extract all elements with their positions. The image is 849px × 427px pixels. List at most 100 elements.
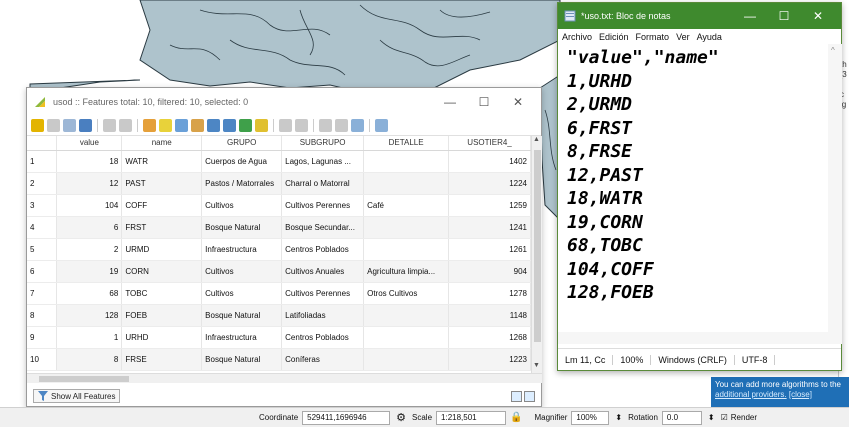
- table-row[interactable]: 2 12 PAST Pastos / Matorrales Charral o Mato…: [27, 172, 531, 195]
- scroll-thumb[interactable]: [534, 150, 541, 342]
- spin-icon[interactable]: ⬍: [615, 413, 622, 422]
- cell-name[interactable]: WATR: [121, 150, 203, 173]
- cell-subgrupo[interactable]: Cultivos Perennes: [281, 282, 365, 305]
- copy-icon[interactable]: [279, 119, 292, 132]
- cell-usotier[interactable]: 1402: [448, 150, 531, 173]
- cell-subgrupo[interactable]: Latifoliadas: [281, 304, 365, 327]
- menu-ver[interactable]: Ver: [676, 32, 690, 42]
- close-button[interactable]: ✕: [801, 9, 835, 23]
- cell-value[interactable]: 12: [56, 172, 123, 195]
- conditional-format-icon[interactable]: [375, 119, 388, 132]
- table-row[interactable]: 1 18 WATR Cuerpos de Agua Lagos, Lagunas ...…: [27, 150, 531, 173]
- delete-field-icon[interactable]: [335, 119, 348, 132]
- invert-selection-icon[interactable]: [175, 119, 188, 132]
- cell-name[interactable]: CORN: [121, 260, 203, 283]
- toggle-edit-icon[interactable]: [31, 119, 44, 132]
- cell-name[interactable]: FRST: [121, 216, 203, 239]
- menu-ayuda[interactable]: Ayuda: [697, 32, 722, 42]
- cell-grupo[interactable]: Cultivos: [201, 260, 283, 283]
- table-row[interactable]: 10 8 FRSE Bosque Natural Coníferas 1223: [27, 348, 531, 371]
- row-number[interactable]: 1: [27, 150, 58, 173]
- row-number[interactable]: 2: [27, 172, 58, 195]
- reload-icon[interactable]: [79, 119, 92, 132]
- new-field-icon[interactable]: [319, 119, 332, 132]
- cell-subgrupo[interactable]: Centros Poblados: [281, 238, 365, 261]
- cell-detalle[interactable]: Agricultura limpia...: [363, 260, 450, 283]
- cell-name[interactable]: TOBC: [121, 282, 203, 305]
- column-header[interactable]: GRUPO: [201, 136, 283, 151]
- cell-grupo[interactable]: Bosque Natural: [201, 216, 283, 239]
- cell-grupo[interactable]: Cultivos: [201, 282, 283, 305]
- row-number[interactable]: 8: [27, 304, 58, 327]
- row-number[interactable]: 4: [27, 216, 58, 239]
- save-edits-icon[interactable]: [63, 119, 76, 132]
- cell-usotier[interactable]: 904: [448, 260, 531, 283]
- cell-subgrupo[interactable]: Bosque Secundar...: [281, 216, 365, 239]
- table-row[interactable]: 9 1 URHD Infraestructura Centros Poblados 126…: [27, 326, 531, 349]
- column-header[interactable]: DETALLE: [363, 136, 450, 151]
- row-number[interactable]: 3: [27, 194, 58, 217]
- menu-archivo[interactable]: Archivo: [562, 32, 592, 42]
- scroll-thumb[interactable]: [39, 376, 129, 382]
- row-number[interactable]: 10: [27, 348, 58, 371]
- table-view-icon[interactable]: [524, 390, 535, 402]
- cell-usotier[interactable]: 1148: [448, 304, 531, 327]
- table-row[interactable]: 5 2 URMD Infraestructura Centros Poblados 126…: [27, 238, 531, 261]
- add-feature-icon[interactable]: [103, 119, 116, 132]
- menu-formato[interactable]: Formato: [636, 32, 670, 42]
- cell-subgrupo[interactable]: Cultivos Perennes: [281, 194, 365, 217]
- cell-detalle[interactable]: [363, 326, 450, 349]
- scroll-down-icon[interactable]: ▼: [533, 362, 540, 369]
- cell-name[interactable]: URHD: [121, 326, 203, 349]
- multi-edit-icon[interactable]: [47, 119, 60, 132]
- cell-detalle[interactable]: [363, 238, 450, 261]
- cell-detalle[interactable]: [363, 172, 450, 195]
- cell-detalle[interactable]: [363, 150, 450, 173]
- render-checkbox[interactable]: ☑: [721, 413, 728, 422]
- table-row[interactable]: 3 104 COFF Cultivos Cultivos Perennes Café 125…: [27, 194, 531, 217]
- cell-grupo[interactable]: Bosque Natural: [201, 304, 283, 327]
- maximize-button[interactable]: ☐: [767, 9, 801, 23]
- cell-grupo[interactable]: Pastos / Matorrales: [201, 172, 283, 195]
- menu-edicion[interactable]: Edición: [599, 32, 629, 42]
- close-button[interactable]: ✕: [501, 95, 535, 109]
- cell-detalle[interactable]: Café: [363, 194, 450, 217]
- cell-usotier[interactable]: 1224: [448, 172, 531, 195]
- cell-value[interactable]: 1: [56, 326, 123, 349]
- column-header[interactable]: SUBGRUPO: [281, 136, 365, 151]
- table-row[interactable]: 4 6 FRST Bosque Natural Bosque Secundar... 12…: [27, 216, 531, 239]
- cell-subgrupo[interactable]: Lagos, Lagunas ...: [281, 150, 365, 173]
- providers-link[interactable]: additional providers.: [715, 390, 787, 399]
- row-number[interactable]: 5: [27, 238, 58, 261]
- delete-feature-icon[interactable]: [119, 119, 132, 132]
- maximize-button[interactable]: ☐: [467, 95, 501, 109]
- cell-value[interactable]: 6: [56, 216, 123, 239]
- minimize-button[interactable]: —: [433, 95, 467, 109]
- move-selection-top-icon[interactable]: [223, 119, 236, 132]
- cell-grupo[interactable]: Cultivos: [201, 194, 283, 217]
- magnifier-field[interactable]: 100%: [571, 410, 610, 425]
- notepad-horizontal-scrollbar[interactable]: [558, 332, 842, 344]
- spin-icon[interactable]: ⬍: [708, 413, 715, 422]
- coordinate-field[interactable]: 529411,1696946: [302, 410, 391, 425]
- cell-name[interactable]: URMD: [121, 238, 203, 261]
- cell-value[interactable]: 18: [56, 150, 123, 173]
- lock-icon[interactable]: 🔒: [510, 412, 522, 423]
- cell-usotier[interactable]: 1259: [448, 194, 531, 217]
- table-horizontal-scrollbar[interactable]: [27, 373, 542, 383]
- select-expression-icon[interactable]: [143, 119, 156, 132]
- cell-value[interactable]: 19: [56, 260, 123, 283]
- cell-subgrupo[interactable]: Coníferas: [281, 348, 365, 371]
- cell-usotier[interactable]: 1261: [448, 238, 531, 261]
- table-row[interactable]: 8 128 FOEB Bosque Natural Latifoliadas 1148: [27, 304, 531, 327]
- cell-value[interactable]: 2: [56, 238, 123, 261]
- column-header[interactable]: USOTIER4_: [448, 136, 531, 151]
- cell-grupo[interactable]: Infraestructura: [201, 238, 283, 261]
- attribute-table-titlebar[interactable]: usod :: Features total: 10, filtered: 10…: [27, 88, 541, 116]
- providers-close-link[interactable]: [close]: [789, 390, 812, 399]
- filter-icon[interactable]: [207, 119, 220, 132]
- cell-usotier[interactable]: 1278: [448, 282, 531, 305]
- cell-usotier[interactable]: 1223: [448, 348, 531, 371]
- deselect-icon[interactable]: [191, 119, 204, 132]
- table-row[interactable]: 7 68 TOBC Cultivos Cultivos Perennes Otros Cu…: [27, 282, 531, 305]
